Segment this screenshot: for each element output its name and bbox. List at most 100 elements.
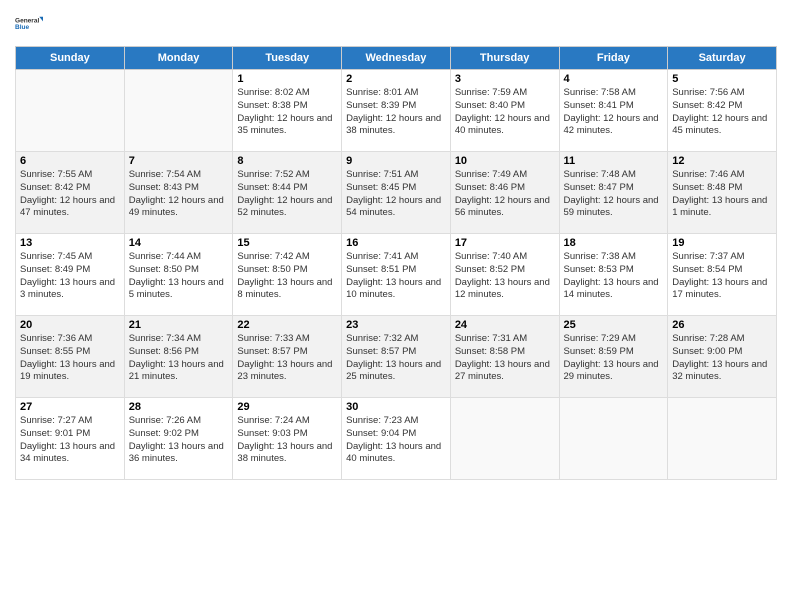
header-tuesday: Tuesday bbox=[233, 47, 342, 70]
day-number: 12 bbox=[672, 155, 772, 167]
day-info: Sunrise: 8:02 AMSunset: 8:38 PMDaylight:… bbox=[237, 87, 337, 138]
header-wednesday: Wednesday bbox=[342, 47, 451, 70]
calendar-header-row: SundayMondayTuesdayWednesdayThursdayFrid… bbox=[16, 47, 777, 70]
calendar-cell: 23 Sunrise: 7:32 AMSunset: 8:57 PMDayligh… bbox=[342, 316, 451, 398]
header-sunday: Sunday bbox=[16, 47, 125, 70]
day-number: 1 bbox=[237, 73, 337, 85]
day-number: 9 bbox=[346, 155, 446, 167]
calendar-cell: 14Sunrise: 7:44 AMSunset: 8:50 PMDayligh… bbox=[124, 234, 233, 316]
calendar-cell: 1 Sunrise: 8:02 AMSunset: 8:38 PMDaylight… bbox=[233, 70, 342, 152]
day-number: 22 bbox=[237, 319, 337, 331]
svg-text:General: General bbox=[15, 17, 39, 24]
day-info: Sunrise: 7:32 AMSunset: 8:57 PMDaylight:… bbox=[346, 333, 446, 384]
calendar-cell: 3Sunrise: 7:59 AMSunset: 8:40 PMDaylight… bbox=[450, 70, 559, 152]
day-number: 21 bbox=[129, 319, 229, 331]
day-number: 11 bbox=[564, 155, 664, 167]
calendar-cell: 5 Sunrise: 7:56 AMSunset: 8:42 PMDaylight… bbox=[668, 70, 777, 152]
day-number: 18 bbox=[564, 237, 664, 249]
calendar-cell: 25 Sunrise: 7:29 AMSunset: 8:59 PMDayligh… bbox=[559, 316, 668, 398]
day-number: 28 bbox=[129, 401, 229, 413]
calendar-cell: 16 Sunrise: 7:41 AMSunset: 8:51 PMDayligh… bbox=[342, 234, 451, 316]
calendar-cell: 19 Sunrise: 7:37 AMSunset: 8:54 PMDayligh… bbox=[668, 234, 777, 316]
day-info: Sunrise: 7:37 AMSunset: 8:54 PMDaylight:… bbox=[672, 251, 772, 302]
day-info: Sunrise: 7:29 AMSunset: 8:59 PMDaylight:… bbox=[564, 333, 664, 384]
week-row-3: 13Sunrise: 7:45 AMSunset: 8:49 PMDayligh… bbox=[16, 234, 777, 316]
day-number: 24 bbox=[455, 319, 555, 331]
day-info: Sunrise: 7:56 AMSunset: 8:42 PMDaylight:… bbox=[672, 87, 772, 138]
day-number: 6 bbox=[20, 155, 120, 167]
calendar-cell: 7 Sunrise: 7:54 AMSunset: 8:43 PMDaylight… bbox=[124, 152, 233, 234]
calendar-cell: 4Sunrise: 7:58 AMSunset: 8:41 PMDaylight… bbox=[559, 70, 668, 152]
header-thursday: Thursday bbox=[450, 47, 559, 70]
day-info: Sunrise: 7:38 AMSunset: 8:53 PMDaylight:… bbox=[564, 251, 664, 302]
header-saturday: Saturday bbox=[668, 47, 777, 70]
calendar-cell: 22 Sunrise: 7:33 AMSunset: 8:57 PMDayligh… bbox=[233, 316, 342, 398]
day-info: Sunrise: 7:49 AMSunset: 8:46 PMDaylight:… bbox=[455, 169, 555, 220]
calendar-cell: 26Sunrise: 7:28 AMSunset: 9:00 PMDayligh… bbox=[668, 316, 777, 398]
week-row-1: 1 Sunrise: 8:02 AMSunset: 8:38 PMDaylight… bbox=[16, 70, 777, 152]
logo-svg: General Blue bbox=[15, 10, 43, 38]
calendar-cell: 2 Sunrise: 8:01 AMSunset: 8:39 PMDaylight… bbox=[342, 70, 451, 152]
day-info: Sunrise: 7:33 AMSunset: 8:57 PMDaylight:… bbox=[237, 333, 337, 384]
day-number: 27 bbox=[20, 401, 120, 413]
calendar-cell: 9 Sunrise: 7:51 AMSunset: 8:45 PMDaylight… bbox=[342, 152, 451, 234]
logo: General Blue bbox=[15, 10, 43, 38]
calendar-cell: 6 Sunrise: 7:55 AMSunset: 8:42 PMDaylight… bbox=[16, 152, 125, 234]
day-info: Sunrise: 7:42 AMSunset: 8:50 PMDaylight:… bbox=[237, 251, 337, 302]
header-monday: Monday bbox=[124, 47, 233, 70]
calendar-cell bbox=[450, 398, 559, 480]
day-info: Sunrise: 8:01 AMSunset: 8:39 PMDaylight:… bbox=[346, 87, 446, 138]
calendar-table: SundayMondayTuesdayWednesdayThursdayFrid… bbox=[15, 46, 777, 480]
calendar-cell bbox=[124, 70, 233, 152]
calendar-cell: 20Sunrise: 7:36 AMSunset: 8:55 PMDayligh… bbox=[16, 316, 125, 398]
day-number: 2 bbox=[346, 73, 446, 85]
calendar-cell: 12 Sunrise: 7:46 AMSunset: 8:48 PMDayligh… bbox=[668, 152, 777, 234]
day-number: 13 bbox=[20, 237, 120, 249]
day-number: 10 bbox=[455, 155, 555, 167]
calendar-cell bbox=[16, 70, 125, 152]
day-number: 4 bbox=[564, 73, 664, 85]
day-info: Sunrise: 7:34 AMSunset: 8:56 PMDaylight:… bbox=[129, 333, 229, 384]
calendar-cell: 18 Sunrise: 7:38 AMSunset: 8:53 PMDayligh… bbox=[559, 234, 668, 316]
day-info: Sunrise: 7:52 AMSunset: 8:44 PMDaylight:… bbox=[237, 169, 337, 220]
day-info: Sunrise: 7:51 AMSunset: 8:45 PMDaylight:… bbox=[346, 169, 446, 220]
page-header: General Blue bbox=[15, 10, 777, 38]
calendar-cell: 24 Sunrise: 7:31 AMSunset: 8:58 PMDayligh… bbox=[450, 316, 559, 398]
day-number: 19 bbox=[672, 237, 772, 249]
day-info: Sunrise: 7:46 AMSunset: 8:48 PMDaylight:… bbox=[672, 169, 772, 220]
week-row-5: 27 Sunrise: 7:27 AMSunset: 9:01 PMDayligh… bbox=[16, 398, 777, 480]
calendar-cell: 8 Sunrise: 7:52 AMSunset: 8:44 PMDaylight… bbox=[233, 152, 342, 234]
day-number: 20 bbox=[20, 319, 120, 331]
day-number: 3 bbox=[455, 73, 555, 85]
calendar-cell bbox=[559, 398, 668, 480]
header-friday: Friday bbox=[559, 47, 668, 70]
day-info: Sunrise: 7:40 AMSunset: 8:52 PMDaylight:… bbox=[455, 251, 555, 302]
day-number: 16 bbox=[346, 237, 446, 249]
calendar-cell: 11 Sunrise: 7:48 AMSunset: 8:47 PMDayligh… bbox=[559, 152, 668, 234]
day-info: Sunrise: 7:28 AMSunset: 9:00 PMDaylight:… bbox=[672, 333, 772, 384]
week-row-2: 6 Sunrise: 7:55 AMSunset: 8:42 PMDaylight… bbox=[16, 152, 777, 234]
day-info: Sunrise: 7:31 AMSunset: 8:58 PMDaylight:… bbox=[455, 333, 555, 384]
day-info: Sunrise: 7:27 AMSunset: 9:01 PMDaylight:… bbox=[20, 415, 120, 466]
calendar-cell: 28Sunrise: 7:26 AMSunset: 9:02 PMDayligh… bbox=[124, 398, 233, 480]
svg-text:Blue: Blue bbox=[15, 24, 29, 31]
day-number: 7 bbox=[129, 155, 229, 167]
day-number: 8 bbox=[237, 155, 337, 167]
day-info: Sunrise: 7:24 AMSunset: 9:03 PMDaylight:… bbox=[237, 415, 337, 466]
calendar-cell: 13Sunrise: 7:45 AMSunset: 8:49 PMDayligh… bbox=[16, 234, 125, 316]
day-number: 15 bbox=[237, 237, 337, 249]
day-info: Sunrise: 7:55 AMSunset: 8:42 PMDaylight:… bbox=[20, 169, 120, 220]
day-info: Sunrise: 7:54 AMSunset: 8:43 PMDaylight:… bbox=[129, 169, 229, 220]
day-number: 25 bbox=[564, 319, 664, 331]
day-info: Sunrise: 7:48 AMSunset: 8:47 PMDaylight:… bbox=[564, 169, 664, 220]
calendar-cell: 15 Sunrise: 7:42 AMSunset: 8:50 PMDayligh… bbox=[233, 234, 342, 316]
calendar-cell: 29 Sunrise: 7:24 AMSunset: 9:03 PMDayligh… bbox=[233, 398, 342, 480]
day-number: 17 bbox=[455, 237, 555, 249]
day-number: 23 bbox=[346, 319, 446, 331]
calendar-cell: 30Sunrise: 7:23 AMSunset: 9:04 PMDayligh… bbox=[342, 398, 451, 480]
day-number: 29 bbox=[237, 401, 337, 413]
day-info: Sunrise: 7:41 AMSunset: 8:51 PMDaylight:… bbox=[346, 251, 446, 302]
day-number: 5 bbox=[672, 73, 772, 85]
day-info: Sunrise: 7:44 AMSunset: 8:50 PMDaylight:… bbox=[129, 251, 229, 302]
calendar-cell: 17 Sunrise: 7:40 AMSunset: 8:52 PMDayligh… bbox=[450, 234, 559, 316]
